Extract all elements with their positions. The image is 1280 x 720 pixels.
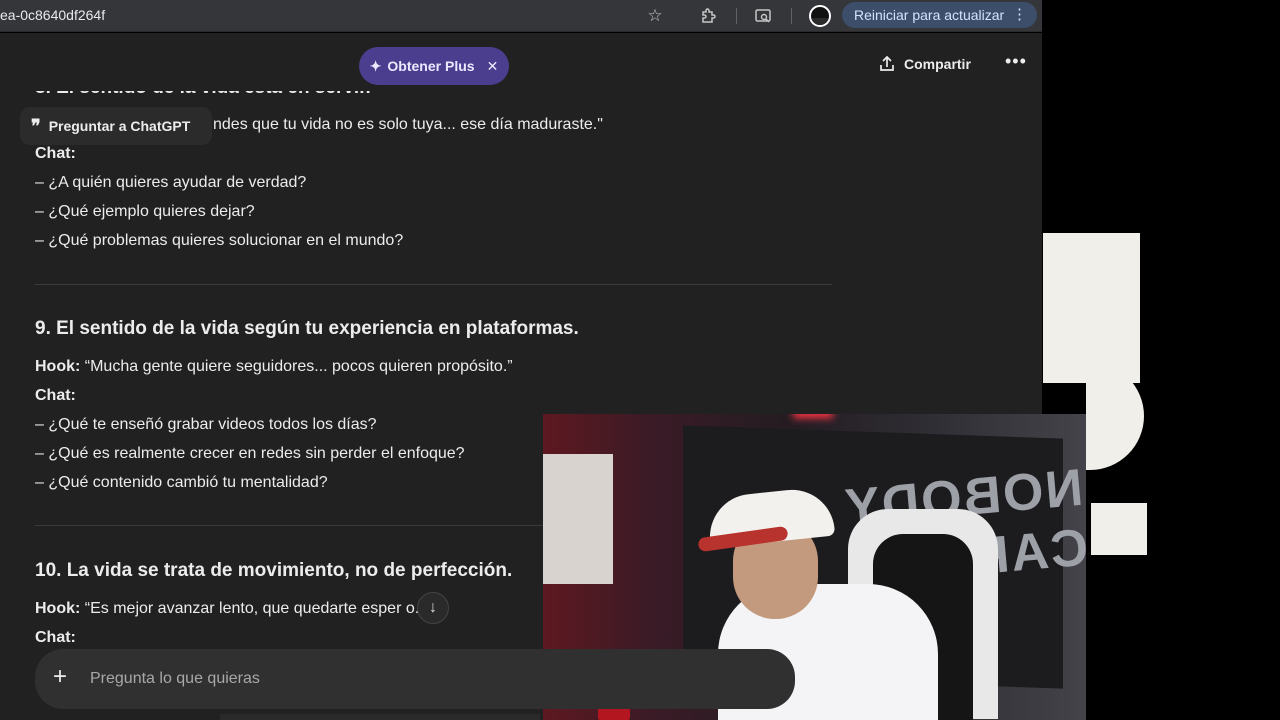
hook-label: Hook: [35,358,81,375]
browser-toolbar: ea-0c8640df264f ☆ Reiniciar para actuali… [0,0,1042,32]
share-label: Compartir [904,56,971,72]
get-plus-button[interactable]: ✦ Obtener Plus ✕ [359,47,509,85]
section-10-title: 10. La vida se trata de movimiento, no d… [35,560,513,581]
prompt-input[interactable] [90,665,490,693]
list-item: – ¿Qué es realmente crecer en redes sin … [35,445,465,462]
sparkle-icon: ✦ [369,57,382,74]
address-bar-url[interactable]: ea-0c8640df264f [0,7,105,23]
ask-chatgpt-label: Preguntar a ChatGPT [48,118,191,134]
close-icon[interactable]: ✕ [487,58,499,75]
section-10-hook: Hook: “Es mejor avanzar lento, que queda… [35,594,425,623]
list-item: – ¿A quién quieres ayudar de verdad? [35,174,307,191]
restart-update-label: Reiniciar para actualizar [854,7,1005,23]
list-item: – ¿Qué te enseñó grabar videos todos los… [35,416,377,433]
puzzle-icon[interactable] [696,4,720,28]
chat-header: ✦ Obtener Plus ✕ Compartir ••• [0,33,1042,91]
share-icon [880,55,894,71]
profile-avatar[interactable] [809,5,831,27]
toolbar-divider [736,8,737,24]
kebab-menu-icon[interactable]: ⋮ [1012,5,1027,23]
section-10-chat-label: Chat: [35,629,76,646]
webcam-light [793,414,833,418]
scroll-to-bottom-button[interactable]: ↓ [417,592,449,624]
section-9-hook: Hook: “Mucha gente quiere seguidores... … [35,352,513,381]
footer-disclaimer [220,714,540,720]
toolbar-divider [791,8,792,24]
arrow-down-icon: ↓ [429,599,437,616]
restart-update-button[interactable]: Reiniciar para actualizar ⋮ [842,2,1037,28]
plus-icon[interactable]: + [53,663,67,691]
hook-label: Hook: [35,600,81,617]
logo-shape [1091,503,1147,555]
section-divider [35,284,832,285]
hook-text: “Es mejor avanzar lento, que quedarte es… [80,600,425,617]
list-item: – ¿Qué ejemplo quieres dejar? [35,203,255,220]
section-9-title: 9. El sentido de la vida según tu experi… [35,318,579,339]
share-button[interactable]: Compartir [878,55,971,73]
message-composer[interactable]: + [35,649,795,709]
star-icon[interactable]: ☆ [643,4,667,28]
quote-icon: ❞ [31,115,41,136]
list-item: – ¿Qué problemas quieres solucionar en e… [35,232,404,249]
section-9-chat-label: Chat: [35,387,76,404]
hook-text: “Mucha gente quiere seguidores... pocos … [80,358,513,375]
list-item: – ¿Qué contenido cambió tu mentalidad? [35,474,328,491]
section-8-hook-text: ndes que tu vida no es solo tuya... ese … [213,116,603,133]
more-options-icon[interactable]: ••• [1005,51,1027,72]
logo-shape [1043,233,1140,383]
get-plus-label: Obtener Plus [387,58,475,74]
webcam-whiteboard [543,454,613,584]
tab-search-icon[interactable] [751,4,775,28]
ask-chatgpt-button[interactable]: ❞ Preguntar a ChatGPT [20,107,212,145]
